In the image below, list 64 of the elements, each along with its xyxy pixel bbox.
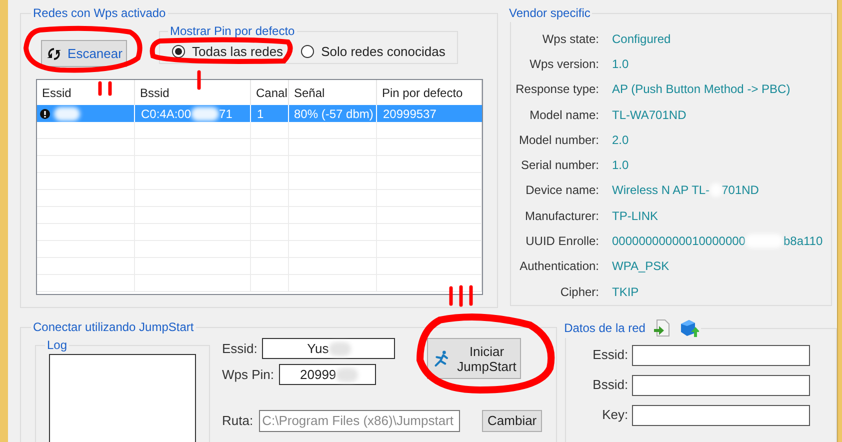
field-value: 00000000000010000000 [612,233,746,250]
field-label: Essid: [592,346,628,364]
field-label: Wps Pin: [222,366,274,384]
table-cell-text: C0:4A:00 [141,106,192,122]
import-document-icon[interactable] [653,319,672,337]
start-jumpstart-button[interactable]: Iniciar JumpStart [427,338,522,379]
field-value: 2.0 [612,132,629,149]
upload-cube-icon[interactable] [679,318,700,338]
scan-button[interactable]: Escanear [41,40,127,67]
change-button[interactable]: Cambiar [482,410,542,432]
field-value: 1.0 [612,157,629,174]
table-cell-text: 71 [219,106,232,122]
input-field[interactable] [632,374,810,396]
field-label: Response type: [514,81,599,98]
field-value: Configured [612,30,671,48]
field-value: 1.0 [612,56,629,73]
field-label: Essid: [222,340,258,358]
field-label: Ruta: [222,412,254,430]
field-value: WPA_PSK [612,258,670,276]
group-title: Log [47,338,68,352]
blurred-patch [328,342,351,356]
input-field[interactable] [632,344,810,366]
table-cell: 1 [251,105,289,122]
essid-field[interactable]: Yus [262,338,396,359]
field-label: Device name: [524,182,599,200]
field-value: TP-LINK [612,208,658,225]
field-label: Manufacturer: [524,208,599,225]
field-label: Wps state: [541,30,599,48]
field-value: Wireless N AP TL- [612,182,710,200]
field-value: AP (Push Button Method -> PBC) [612,81,790,98]
path-field[interactable]: C:\Program Files (x86)\Jumpstart [259,410,460,432]
field-label: Cipher: [559,284,599,301]
field-value: TKIP [612,284,639,301]
field-label: Bssid: [592,376,628,394]
field-label: Wps version: [528,56,599,73]
field-value: 701ND [722,182,759,200]
group-title: Datos de la red [564,320,646,337]
refresh-icon [46,46,62,62]
field-value: TL-WA701ND [612,106,686,124]
annotation-mark-drawing [449,285,473,307]
warning-icon [40,108,50,118]
group-title: Vendor specific [509,6,590,20]
group-title: Mostrar Pin por defecto [170,24,295,38]
table-cell: 80% (-57 dbm) [289,105,377,122]
group-title: Redes con Wps activado [33,6,166,20]
wps-pin-field[interactable]: 20999 [279,364,376,385]
field-label: Serial number: [520,157,599,174]
field-value: b8a110 [783,233,823,250]
log-area[interactable] [49,354,196,442]
field-label: Model number: [518,132,599,149]
radio-button[interactable] [301,45,314,58]
field-label: Authentication: [518,258,599,276]
radio-option[interactable]: Solo redes conocidas [301,42,446,62]
blurred-patch [336,368,358,382]
input-field[interactable] [632,404,810,426]
blurred-patch [191,106,220,120]
field-label: Key: [601,406,628,424]
field-label: Model name: [528,106,599,124]
blurred-patch [54,106,80,120]
radio-button[interactable] [172,45,185,58]
table-cell-text: 20999537 [382,106,438,122]
annotation-mark-drawing [98,81,112,96]
group-title: Conectar utilizando JumpStart [33,320,194,334]
field-label: UUID Enrolle: [524,233,599,250]
